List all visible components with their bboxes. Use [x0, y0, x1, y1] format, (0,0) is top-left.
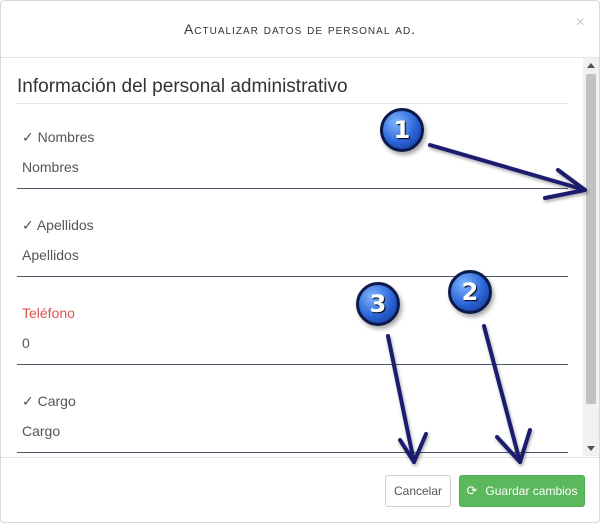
section-title: Información del personal administrativo [17, 76, 568, 104]
field-label: ✓ Nombres [22, 129, 95, 145]
refresh-icon: ⟳ [466, 483, 478, 498]
field-underline [17, 364, 568, 365]
field-label: ✓ Apellidos [22, 217, 94, 233]
scroll-thumb[interactable] [586, 74, 596, 404]
vertical-scrollbar[interactable] [583, 58, 599, 456]
telefono-input[interactable]: 0 [22, 335, 30, 351]
modal-title: Actualizar datos de personal ad. [183, 21, 417, 37]
annotation-badge-3: 3 [356, 282, 400, 326]
annotation-badge-2: 2 [448, 270, 492, 314]
close-icon[interactable]: × [576, 15, 585, 31]
modal-header: Actualizar datos de personal ad. × [1, 1, 599, 58]
field-label: ✓ Cargo [22, 393, 76, 409]
modal-dialog: Actualizar datos de personal ad. × Infor… [0, 0, 600, 523]
modal-body[interactable]: Información del personal administrativo … [1, 58, 585, 456]
modal-footer: Cancelar ⟳ Guardar cambios [1, 457, 599, 524]
save-button[interactable]: ⟳ Guardar cambios [459, 475, 585, 507]
cancel-button[interactable]: Cancelar [385, 475, 451, 507]
scroll-down-icon[interactable] [587, 446, 595, 451]
cargo-input[interactable]: Cargo [22, 423, 60, 439]
field-underline [17, 188, 568, 189]
save-button-label: Guardar cambios [485, 484, 578, 498]
field-label: Teléfono [22, 305, 75, 321]
scroll-up-icon[interactable] [587, 63, 595, 68]
nombres-input[interactable]: Nombres [22, 159, 79, 175]
field-underline [17, 452, 568, 453]
apellidos-input[interactable]: Apellidos [22, 247, 79, 263]
annotation-badge-1: 1 [380, 108, 424, 152]
